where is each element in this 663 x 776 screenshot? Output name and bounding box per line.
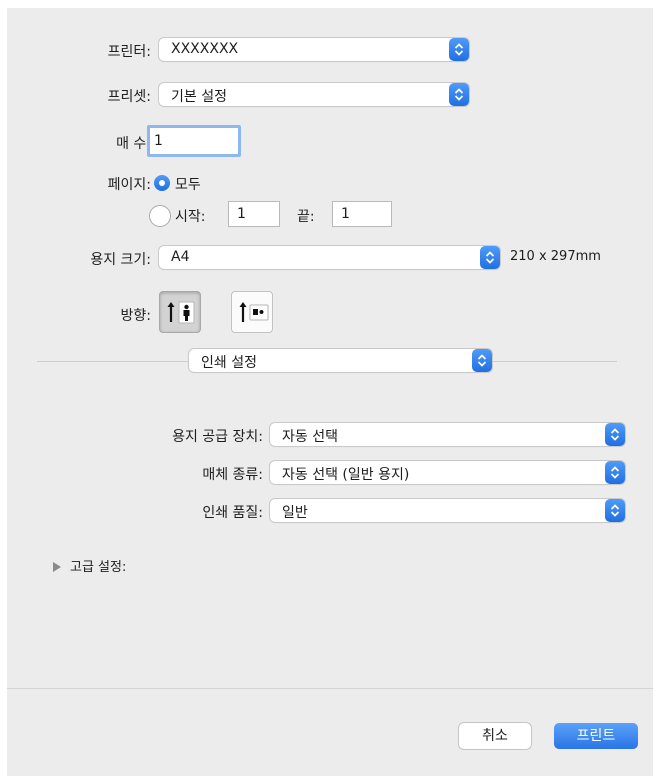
copies-field[interactable]: 1 (147, 125, 241, 157)
media-type-label: 매체 종류: (202, 467, 263, 483)
chevron-updown-icon (605, 423, 625, 446)
pages-to-label: 끝: (297, 209, 315, 225)
paper-size-popup[interactable]: A4 (159, 246, 500, 269)
print-quality-popup[interactable]: 일반 (270, 499, 625, 522)
media-type-value: 자동 선택 (일반 용지) (282, 467, 410, 483)
chevron-updown-icon (605, 461, 625, 484)
print-quality-value: 일반 (282, 505, 308, 521)
orientation-portrait-button[interactable] (159, 291, 201, 333)
pages-all-label: 모두 (175, 177, 201, 193)
printer-label: 프린터: (107, 44, 151, 60)
pages-to-value: 1 (341, 206, 350, 222)
pages-label: 페이지: (107, 177, 151, 193)
chevron-updown-icon (449, 83, 469, 106)
bottom-divider (7, 688, 653, 689)
pages-to-field[interactable]: 1 (332, 201, 392, 227)
paper-size-label: 용지 크기: (90, 252, 151, 268)
print-quality-label: 인쇄 품질: (202, 505, 263, 521)
disclosure-triangle-icon (53, 560, 62, 576)
orientation-landscape-button[interactable] (231, 291, 273, 333)
pages-from-value: 1 (237, 206, 246, 222)
media-type-popup[interactable]: 자동 선택 (일반 용지) (270, 461, 625, 484)
paper-source-popup[interactable]: 자동 선택 (270, 423, 625, 446)
pages-from-field[interactable]: 1 (228, 201, 280, 227)
chevron-updown-icon (472, 349, 492, 372)
advanced-disclosure[interactable]: 고급 설정: (53, 556, 173, 576)
chevron-updown-icon (480, 246, 500, 269)
cancel-button[interactable]: 취소 (459, 723, 531, 749)
print-button[interactable]: 프린트 (554, 723, 638, 749)
section-value: 인쇄 설정 (201, 355, 257, 371)
paper-size-value: A4 (171, 249, 190, 265)
orientation-label: 방향: (120, 308, 151, 324)
copies-value: 1 (154, 133, 163, 149)
chevron-updown-icon (605, 499, 625, 522)
advanced-label: 고급 설정: (70, 560, 127, 575)
section-popup[interactable]: 인쇄 설정 (189, 349, 492, 372)
chevron-updown-icon (449, 38, 469, 61)
presets-label: 프리셋: (107, 89, 151, 105)
pages-range-radio[interactable] (149, 205, 171, 227)
paper-dimensions: 210 x 297mm (510, 249, 601, 264)
paper-source-value: 자동 선택 (282, 429, 338, 445)
pages-from-label: 시작: (175, 209, 206, 225)
print-dialog: 프린터: XXXXXXX 프리셋: 기본 설정 매 수: 1 페이지: 모두 시… (7, 8, 653, 776)
printer-popup[interactable]: XXXXXXX (159, 38, 469, 61)
printer-value: XXXXXXX (171, 41, 239, 57)
presets-popup[interactable]: 기본 설정 (159, 83, 469, 106)
presets-value: 기본 설정 (171, 89, 227, 105)
paper-source-label: 용지 공급 장치: (172, 429, 263, 445)
pages-all-radio[interactable] (154, 175, 170, 191)
copies-label: 매 수: (116, 136, 151, 152)
